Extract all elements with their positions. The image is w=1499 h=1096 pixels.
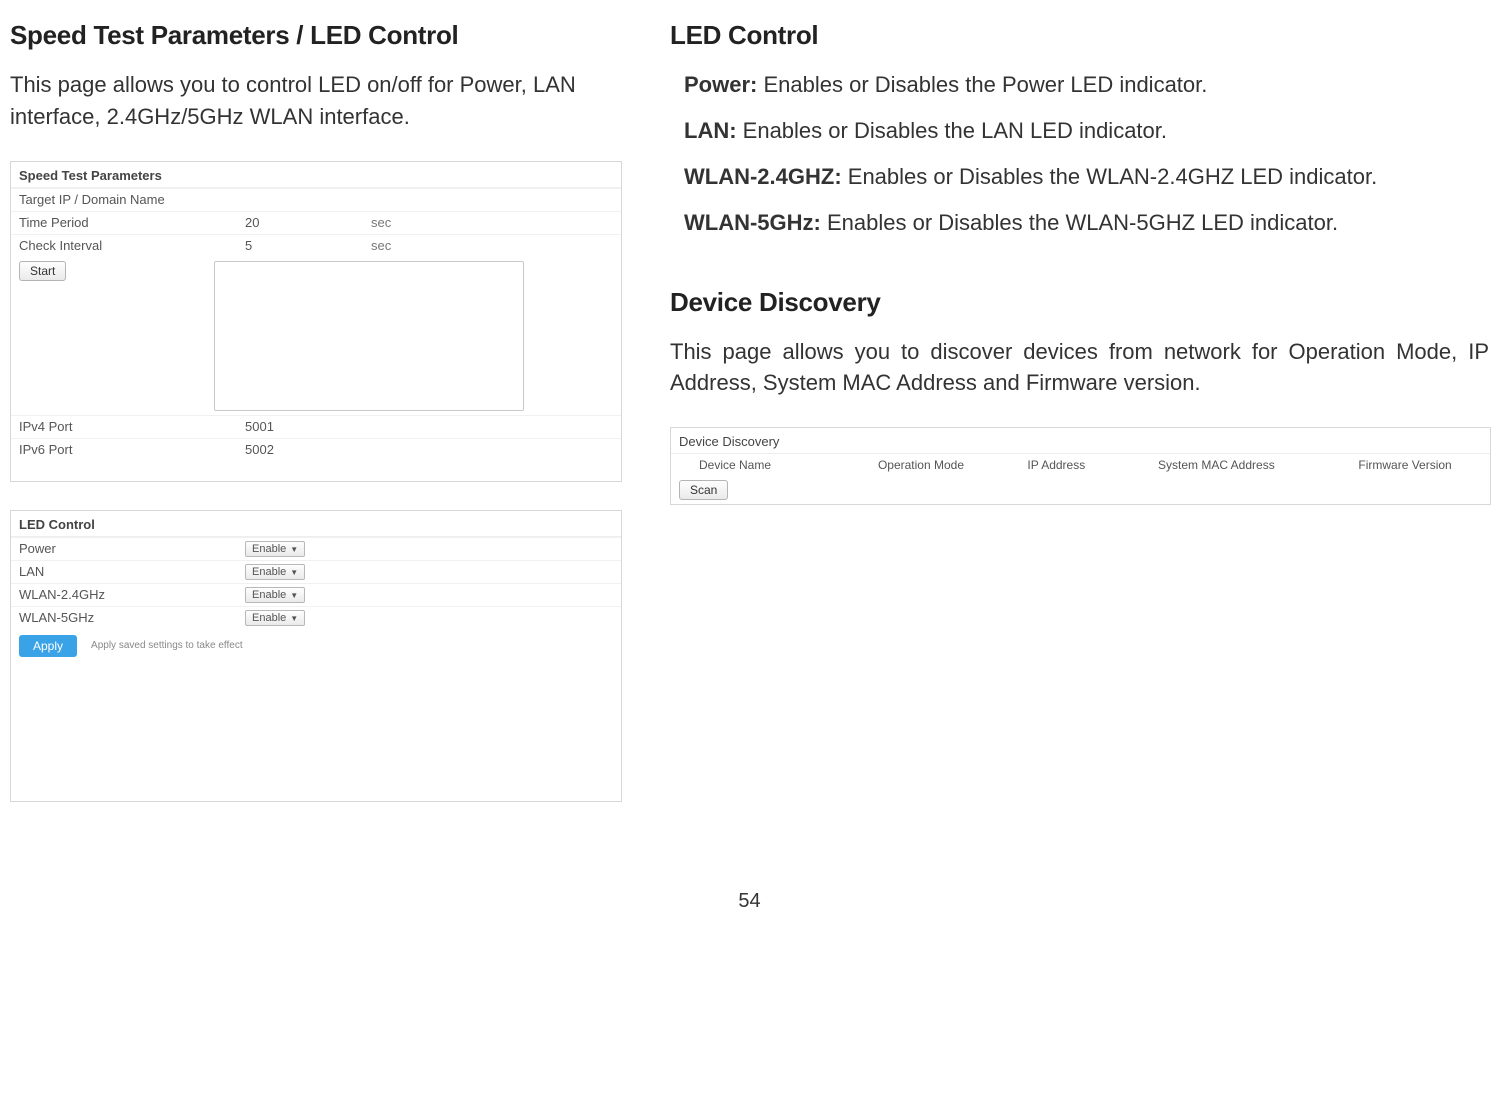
led-control-panel: LED Control Power Enable ▼ LAN Enable ▼ <box>10 510 622 802</box>
speed-test-panel: Speed Test Parameters Target IP / Domain… <box>10 161 622 482</box>
time-period-value[interactable]: 20 <box>237 213 363 232</box>
led-wlan5-select-value: Enable <box>252 612 286 624</box>
led-lan-label: LAN <box>11 562 237 581</box>
led-lan-select-value: Enable <box>252 566 286 578</box>
col-firmware-version: Firmware Version <box>1320 454 1490 476</box>
check-interval-unit: sec <box>363 236 399 255</box>
row-target: Target IP / Domain Name <box>11 188 621 211</box>
led-power-label: Power <box>11 539 237 558</box>
time-period-label: Time Period <box>11 213 237 232</box>
col-operation-mode: Operation Mode <box>842 454 1000 476</box>
led-power-select-value: Enable <box>252 543 286 555</box>
start-button[interactable]: Start <box>19 261 66 281</box>
def-wlan24-label: WLAN-2.4GHZ: <box>684 164 842 189</box>
page-number: 54 <box>10 890 1489 913</box>
check-interval-value[interactable]: 5 <box>237 236 363 255</box>
row-led-power: Power Enable ▼ <box>11 537 621 560</box>
led-wlan24-select[interactable]: Enable ▼ <box>245 587 305 603</box>
right-column: LED Control Power: Enables or Disables t… <box>670 20 1489 830</box>
row-ipv6: IPv6 Port 5002 <box>11 438 621 461</box>
def-wlan24: WLAN-2.4GHZ: Enables or Disables the WLA… <box>670 161 1489 193</box>
led-wlan5-select[interactable]: Enable ▼ <box>245 610 305 626</box>
led-control-heading: LED Control <box>670 20 1489 51</box>
chevron-down-icon: ▼ <box>290 568 298 577</box>
row-time-period: Time Period 20 sec <box>11 211 621 234</box>
def-wlan24-text: Enables or Disables the WLAN-2.4GHZ LED … <box>842 164 1378 189</box>
left-column: Speed Test Parameters / LED Control This… <box>10 20 630 830</box>
row-led-wlan5: WLAN-5GHz Enable ▼ <box>11 606 621 629</box>
scan-button[interactable]: Scan <box>679 480 728 500</box>
device-discovery-header-row: Device Name Operation Mode IP Address Sy… <box>671 454 1490 476</box>
ipv6-label: IPv6 Port <box>11 440 237 459</box>
speed-test-panel-title: Speed Test Parameters <box>11 162 621 188</box>
def-power-text: Enables or Disables the Power LED indica… <box>757 72 1207 97</box>
device-discovery-heading: Device Discovery <box>670 287 1489 318</box>
col-ip-address: IP Address <box>1000 454 1113 476</box>
target-value[interactable] <box>237 198 253 202</box>
row-led-wlan24: WLAN-2.4GHz Enable ▼ <box>11 583 621 606</box>
apply-hint: Apply saved settings to take effect <box>85 640 243 651</box>
def-lan: LAN: Enables or Disables the LAN LED ind… <box>670 115 1489 147</box>
led-control-panel-title: LED Control <box>11 511 621 537</box>
col-device-name: Device Name <box>671 454 842 476</box>
led-wlan24-select-value: Enable <box>252 589 286 601</box>
def-wlan5: WLAN-5GHz: Enables or Disables the WLAN-… <box>670 207 1489 239</box>
def-wlan5-label: WLAN-5GHz: <box>684 210 821 235</box>
row-led-lan: LAN Enable ▼ <box>11 560 621 583</box>
apply-button[interactable]: Apply <box>19 635 77 657</box>
def-power-label: Power: <box>684 72 757 97</box>
row-check-interval: Check Interval 5 sec <box>11 234 621 257</box>
ipv4-label: IPv4 Port <box>11 417 237 436</box>
def-lan-text: Enables or Disables the LAN LED indicato… <box>737 118 1167 143</box>
def-lan-label: LAN: <box>684 118 737 143</box>
page-columns: Speed Test Parameters / LED Control This… <box>10 20 1489 830</box>
led-wlan5-label: WLAN-5GHz <box>11 608 237 627</box>
device-discovery-intro: This page allows you to discover devices… <box>670 336 1489 400</box>
speed-led-intro: This page allows you to control LED on/o… <box>10 69 630 133</box>
check-interval-label: Check Interval <box>11 236 237 255</box>
led-power-select[interactable]: Enable ▼ <box>245 541 305 557</box>
device-discovery-panel-title: Device Discovery <box>671 428 1490 454</box>
led-lan-select[interactable]: Enable ▼ <box>245 564 305 580</box>
ipv6-value[interactable]: 5002 <box>237 440 282 459</box>
device-discovery-table: Device Name Operation Mode IP Address Sy… <box>671 454 1490 476</box>
chevron-down-icon: ▼ <box>290 545 298 554</box>
device-discovery-panel: Device Discovery Device Name Operation M… <box>670 427 1491 505</box>
def-wlan5-text: Enables or Disables the WLAN-5GHZ LED in… <box>821 210 1338 235</box>
speed-test-output[interactable] <box>214 261 524 411</box>
ipv4-value[interactable]: 5001 <box>237 417 282 436</box>
row-ipv4: IPv4 Port 5001 <box>11 415 621 438</box>
def-power: Power: Enables or Disables the Power LED… <box>670 69 1489 101</box>
speed-led-heading: Speed Test Parameters / LED Control <box>10 20 630 51</box>
chevron-down-icon: ▼ <box>290 591 298 600</box>
target-label: Target IP / Domain Name <box>11 190 237 209</box>
chevron-down-icon: ▼ <box>290 614 298 623</box>
led-wlan24-label: WLAN-2.4GHz <box>11 585 237 604</box>
time-period-unit: sec <box>363 213 399 232</box>
col-mac-address: System MAC Address <box>1113 454 1321 476</box>
